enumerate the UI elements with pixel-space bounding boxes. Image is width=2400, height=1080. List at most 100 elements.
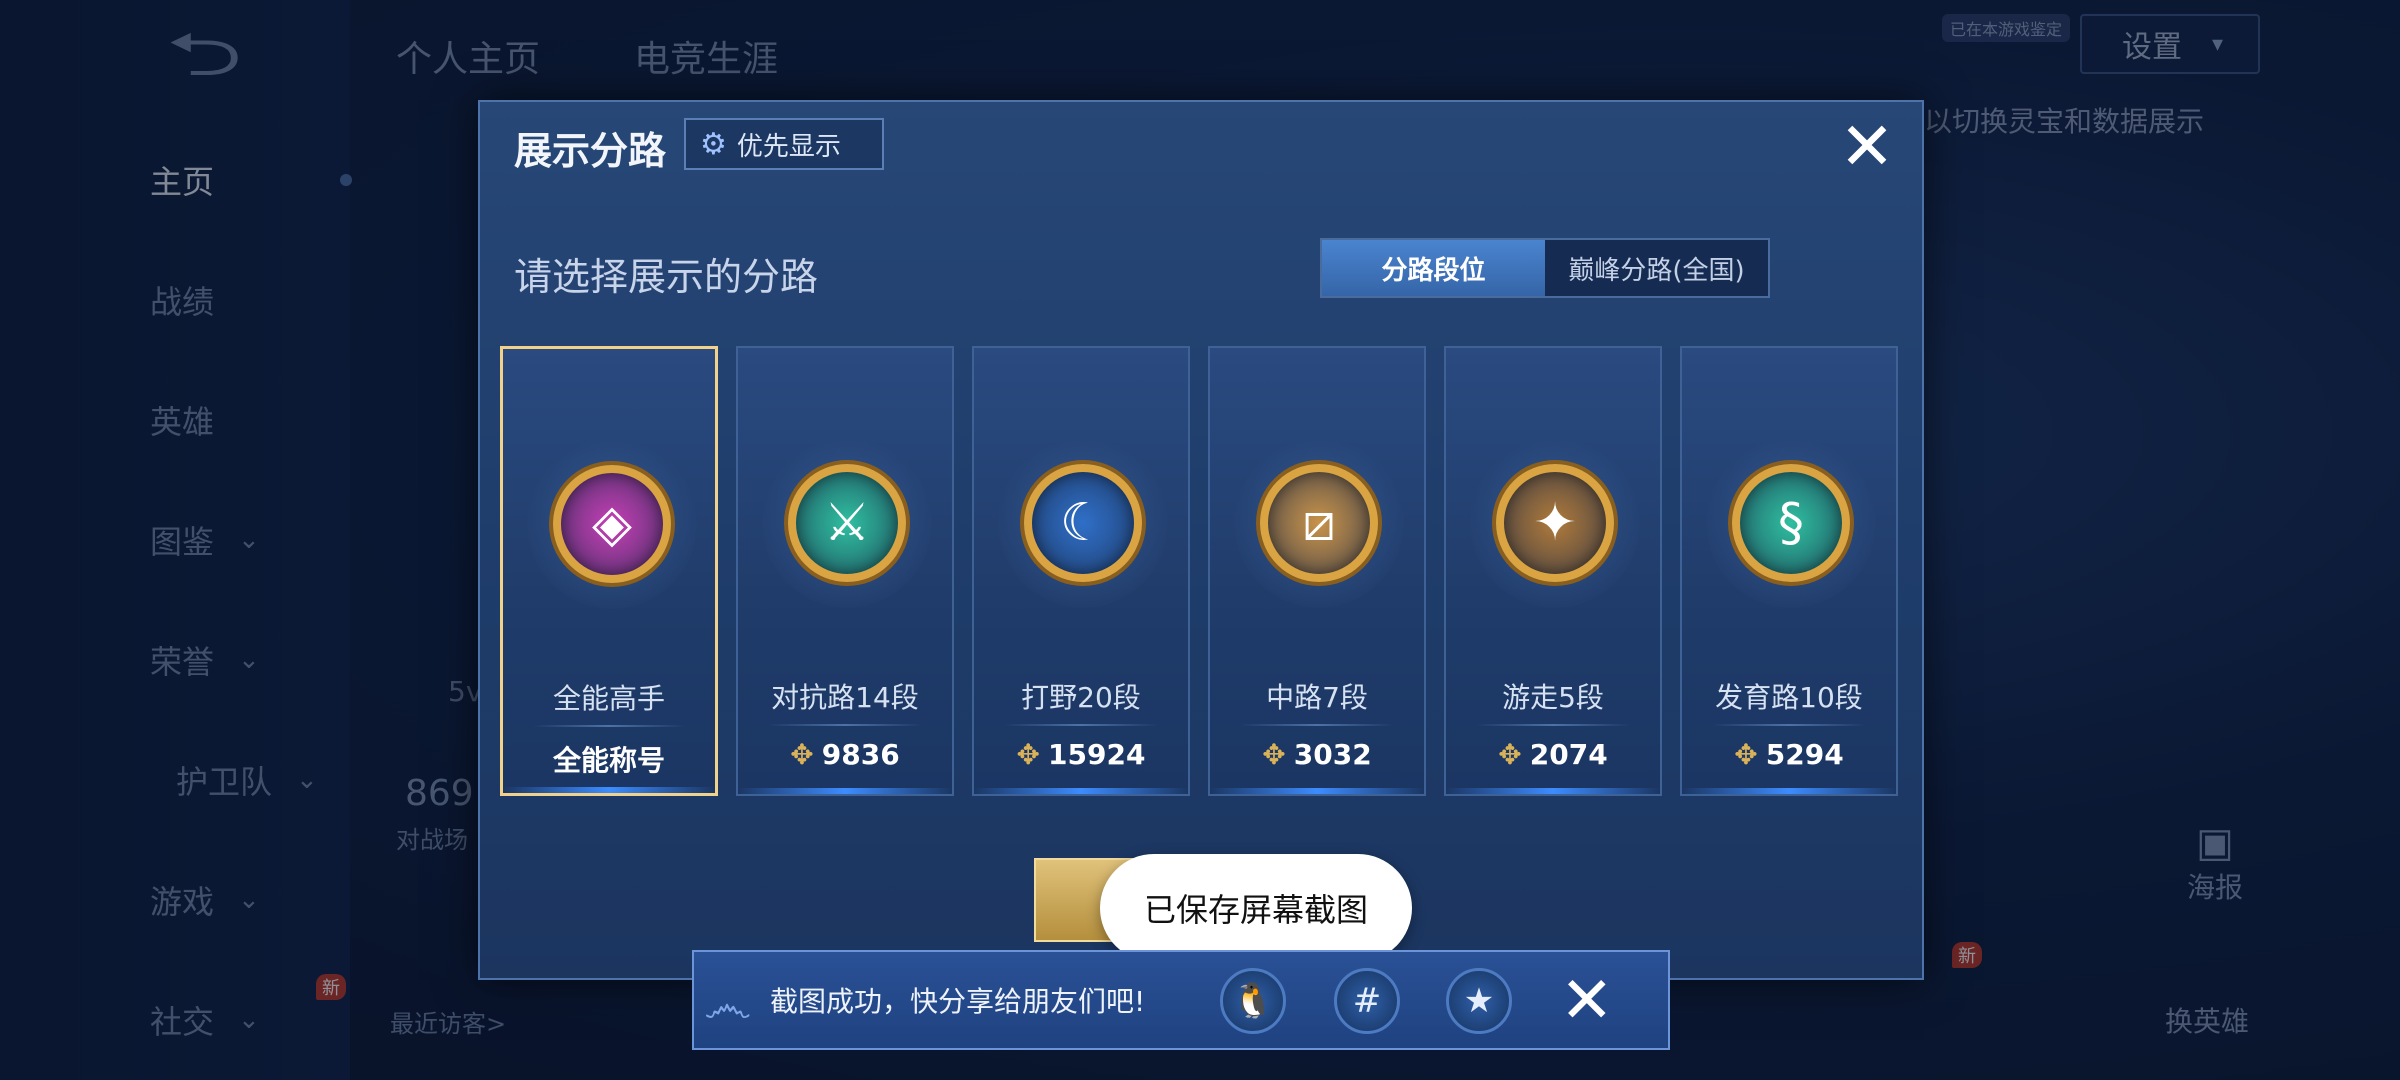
chevron-down-icon: ⌄ — [238, 645, 260, 675]
view-toggle: 分路段位 巅峰分路(全国) — [1320, 238, 1770, 298]
settings-button[interactable]: 设置 ▾ — [2080, 14, 2260, 74]
close-icon[interactable]: ✕ — [1832, 112, 1902, 182]
sidebar-item-game[interactable]: 游戏 ⌄ — [150, 870, 340, 930]
poster-button[interactable]: ▣ 海报 — [2180, 820, 2250, 906]
divider — [1476, 724, 1630, 726]
sidebar-item-label: 战绩 — [150, 283, 215, 321]
toast: 已保存屏幕截图 — [1100, 854, 1412, 962]
divider — [1004, 724, 1158, 726]
new-badge: 新 — [1952, 942, 1982, 968]
sidebar-item-social[interactable]: 社交 ⌄ — [150, 990, 340, 1050]
lane-value: ✥ 3032 — [1210, 738, 1424, 771]
match-count-label: 对战场 — [396, 826, 468, 854]
tab-lane-rank[interactable]: 分路段位 — [1322, 240, 1545, 296]
lane-value: ✥ 15924 — [974, 738, 1188, 771]
sidebar-item-record[interactable]: 战绩 — [150, 270, 340, 330]
sidebar-item-codex[interactable]: 图鉴 ⌄ — [150, 510, 340, 570]
card-glow — [1210, 788, 1424, 794]
lane-card[interactable]: ☾ 打野20段 ✥ 15924 — [972, 346, 1190, 796]
chevron-down-icon: ▾ — [2212, 31, 2224, 57]
lane-value-text: 15924 — [1048, 738, 1146, 771]
sidebar-item-label: 游戏 — [150, 883, 215, 921]
lane-card[interactable]: ✦ 游走5段 ✥ 2074 — [1444, 346, 1662, 796]
back-arrow-icon[interactable]: ⮌ — [166, 25, 280, 85]
sidebar-item-guard[interactable]: 护卫队 ⌄ — [176, 750, 366, 810]
sidebar-item-heroes[interactable]: 英雄 — [150, 390, 340, 450]
lane-value-text: 全能称号 — [552, 744, 665, 777]
rank-emblem: ✦ — [1470, 438, 1640, 608]
modal-subtitle: 请选择展示的分路 — [514, 255, 819, 299]
active-dot-icon — [340, 174, 352, 186]
tab-profile[interactable]: 个人主页 — [396, 30, 540, 82]
lane-value-text: 3032 — [1293, 738, 1372, 771]
chevron-down-icon: ⌄ — [238, 1005, 260, 1035]
divider — [1240, 724, 1394, 726]
recent-visitors-link[interactable]: 最近访客> — [390, 1004, 506, 1039]
points-icon: ✥ — [1498, 738, 1522, 771]
qzone-icon[interactable]: ★ — [1446, 968, 1512, 1034]
match-count: 869 — [405, 773, 474, 814]
chevron-down-icon: ⌄ — [238, 885, 260, 915]
card-glow — [1682, 788, 1896, 794]
swap-hero-button[interactable]: 换英雄 — [2165, 1000, 2249, 1040]
sidebar-item-label: 图鉴 — [150, 523, 215, 561]
modal-title: 展示分路 — [514, 129, 667, 173]
sidebar-item-label: 护卫队 — [176, 763, 273, 801]
sidebar-item-home[interactable]: 主页 — [150, 150, 352, 210]
rank-emblem: ⚔ — [762, 438, 932, 608]
lane-name: 打野20段 — [1021, 681, 1141, 714]
lane-card[interactable]: ⧄ 中路7段 ✥ 3032 — [1208, 346, 1426, 796]
card-glow — [503, 787, 715, 793]
divider — [768, 724, 922, 726]
lane-card[interactable]: ⚔ 对抗路14段 ✥ 9836 — [736, 346, 954, 796]
lane-value: ✥ 2074 — [1446, 738, 1660, 771]
new-badge: 新 — [316, 974, 346, 1000]
hint-text: 以切换灵宝和数据展示 — [1924, 105, 2205, 138]
rank-emblem-icon: ✦ — [1496, 464, 1614, 582]
share-bar: ෴ 截图成功，快分享给朋友们吧! 🐧 # ★ ✕ — [692, 950, 1670, 1050]
lane-card-list: ◈ 全能高手 全能称号 ⚔ 对抗路14段 ✥ 9836 ☾ 打野20段 ✥ 15924 ⧄ 中路7段 ✥ 3… — [500, 346, 1898, 796]
sidebar-item-label: 英雄 — [150, 403, 215, 441]
qq-icon[interactable]: 🐧 — [1220, 968, 1286, 1034]
lane-display-modal: 展示分路 ⚙ 优先显示 ✕ 请选择展示的分路 分路段位 巅峰分路(全国) ◈ 全能… — [478, 100, 1924, 980]
divider — [533, 725, 685, 727]
lane-card[interactable]: ◈ 全能高手 全能称号 — [500, 346, 718, 796]
close-icon[interactable]: ✕ — [1560, 966, 1614, 1036]
lane-value-text: 9836 — [821, 738, 900, 771]
lane-name: 发育路10段 — [1715, 681, 1863, 714]
lane-card[interactable]: § 发育路10段 ✥ 5294 — [1680, 346, 1898, 796]
priority-display-label: 优先显示 — [736, 131, 841, 162]
rank-emblem: § — [1706, 438, 1876, 608]
sidebar-item-honor[interactable]: 荣誉 ⌄ — [150, 630, 340, 690]
rank-emblem-icon: § — [1732, 464, 1850, 582]
lane-value: 全能称号 — [503, 739, 715, 779]
sidebar-item-label: 社交 — [150, 1003, 215, 1041]
rank-emblem-icon: ⧄ — [1260, 464, 1378, 582]
share-message: 截图成功，快分享给朋友们吧! — [770, 985, 1146, 1018]
settings-label: 设置 — [2122, 30, 2182, 65]
rank-emblem-icon: ☾ — [1024, 464, 1142, 582]
priority-display-button[interactable]: ⚙ 优先显示 — [684, 118, 884, 170]
tab-career[interactable]: 电竞生涯 — [634, 30, 778, 82]
sidebar-item-label: 荣誉 — [150, 643, 215, 681]
lane-value-text: 2074 — [1529, 738, 1608, 771]
sidebar-item-label: 主页 — [150, 163, 215, 201]
card-glow — [1446, 788, 1660, 794]
rank-emblem-icon: ◈ — [553, 465, 671, 583]
status-pill: 已在本游戏鉴定 — [1942, 14, 2071, 42]
tab-peak-lane[interactable]: 巅峰分路(全国) — [1545, 240, 1768, 296]
rank-emblem: ◈ — [527, 439, 697, 609]
divider — [1712, 724, 1866, 726]
wechat-moments-icon[interactable]: # — [1334, 968, 1400, 1034]
lane-value: ✥ 9836 — [738, 738, 952, 771]
points-icon: ✥ — [790, 738, 814, 771]
points-icon: ✥ — [1262, 738, 1286, 771]
lane-value-text: 5294 — [1765, 738, 1844, 771]
card-glow — [738, 788, 952, 794]
points-icon: ✥ — [1734, 738, 1758, 771]
lane-name: 中路7段 — [1266, 681, 1368, 714]
points-icon: ✥ — [1016, 738, 1041, 771]
poster-icon: ▣ — [2196, 820, 2234, 866]
chevron-down-icon: ⌄ — [296, 765, 318, 795]
rank-emblem: ⧄ — [1234, 438, 1404, 608]
